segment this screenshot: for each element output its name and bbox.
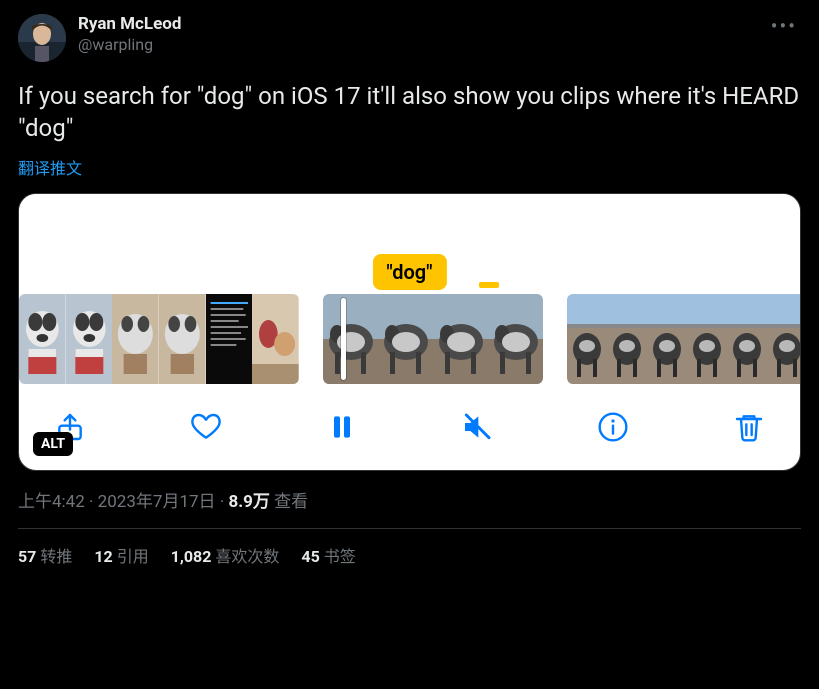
pause-icon[interactable] — [325, 410, 359, 444]
tweet-header: Ryan McLeod @warpling — [18, 14, 801, 62]
views-count: 8.9万 — [228, 492, 269, 512]
trash-icon[interactable] — [732, 410, 766, 444]
thumbnail — [66, 294, 113, 384]
display-name: Ryan McLeod — [78, 14, 181, 35]
thumbnail — [647, 294, 687, 384]
bookmarks-stat[interactable]: 45书签 — [301, 543, 355, 567]
thumbnail — [567, 294, 607, 384]
clip-group-3[interactable] — [567, 294, 801, 384]
tweet-time: 上午4:42 — [18, 492, 85, 512]
retweets-stat[interactable]: 57转推 — [18, 543, 72, 567]
thumbnail — [19, 294, 66, 384]
views-label: 查看 — [274, 492, 308, 512]
thumbnail — [767, 294, 801, 384]
thumbnail — [323, 294, 378, 384]
thumbnail — [488, 294, 543, 384]
media-top-area: "dog" — [19, 194, 800, 294]
thumbnail — [687, 294, 727, 384]
more-options-icon[interactable]: ••• — [771, 14, 797, 38]
mute-icon[interactable] — [460, 410, 494, 444]
thumbnail — [252, 294, 299, 384]
tweet-container: Ryan McLeod @warpling ••• If you search … — [0, 0, 819, 567]
playhead-indicator[interactable] — [341, 298, 346, 380]
search-term-badge: "dog" — [372, 254, 446, 290]
clip-group-2[interactable] — [323, 294, 543, 384]
tweet-stats: 57转推 12引用 1,082喜欢次数 45书签 — [18, 543, 801, 567]
divider — [18, 528, 801, 529]
thumbnail — [378, 294, 433, 384]
tweet-meta[interactable]: 上午4:42 · 2023年7月17日 · 8.9万 查看 — [18, 487, 801, 512]
author-names[interactable]: Ryan McLeod @warpling — [78, 14, 181, 55]
media-card[interactable]: "dog" — [18, 193, 801, 471]
heart-icon[interactable] — [189, 410, 223, 444]
likes-stat[interactable]: 1,082喜欢次数 — [171, 543, 280, 567]
thumbnail — [112, 294, 159, 384]
handle: @warpling — [78, 35, 181, 55]
thumbnail — [159, 294, 206, 384]
thumbnail — [206, 294, 253, 384]
tweet-date: 2023年7月17日 — [98, 492, 216, 512]
thumbnail — [433, 294, 488, 384]
info-icon[interactable] — [596, 410, 630, 444]
clip-group-1[interactable] — [19, 294, 299, 384]
video-timeline[interactable] — [19, 294, 800, 384]
avatar[interactable] — [18, 14, 66, 62]
thumbnail — [607, 294, 647, 384]
media-controls — [19, 384, 800, 454]
quotes-stat[interactable]: 12引用 — [94, 543, 148, 567]
alt-badge[interactable]: ALT — [33, 432, 73, 456]
tweet-text: If you search for "dog" on iOS 17 it'll … — [18, 80, 801, 145]
translate-link[interactable]: 翻译推文 — [18, 155, 82, 179]
thumbnail — [727, 294, 767, 384]
